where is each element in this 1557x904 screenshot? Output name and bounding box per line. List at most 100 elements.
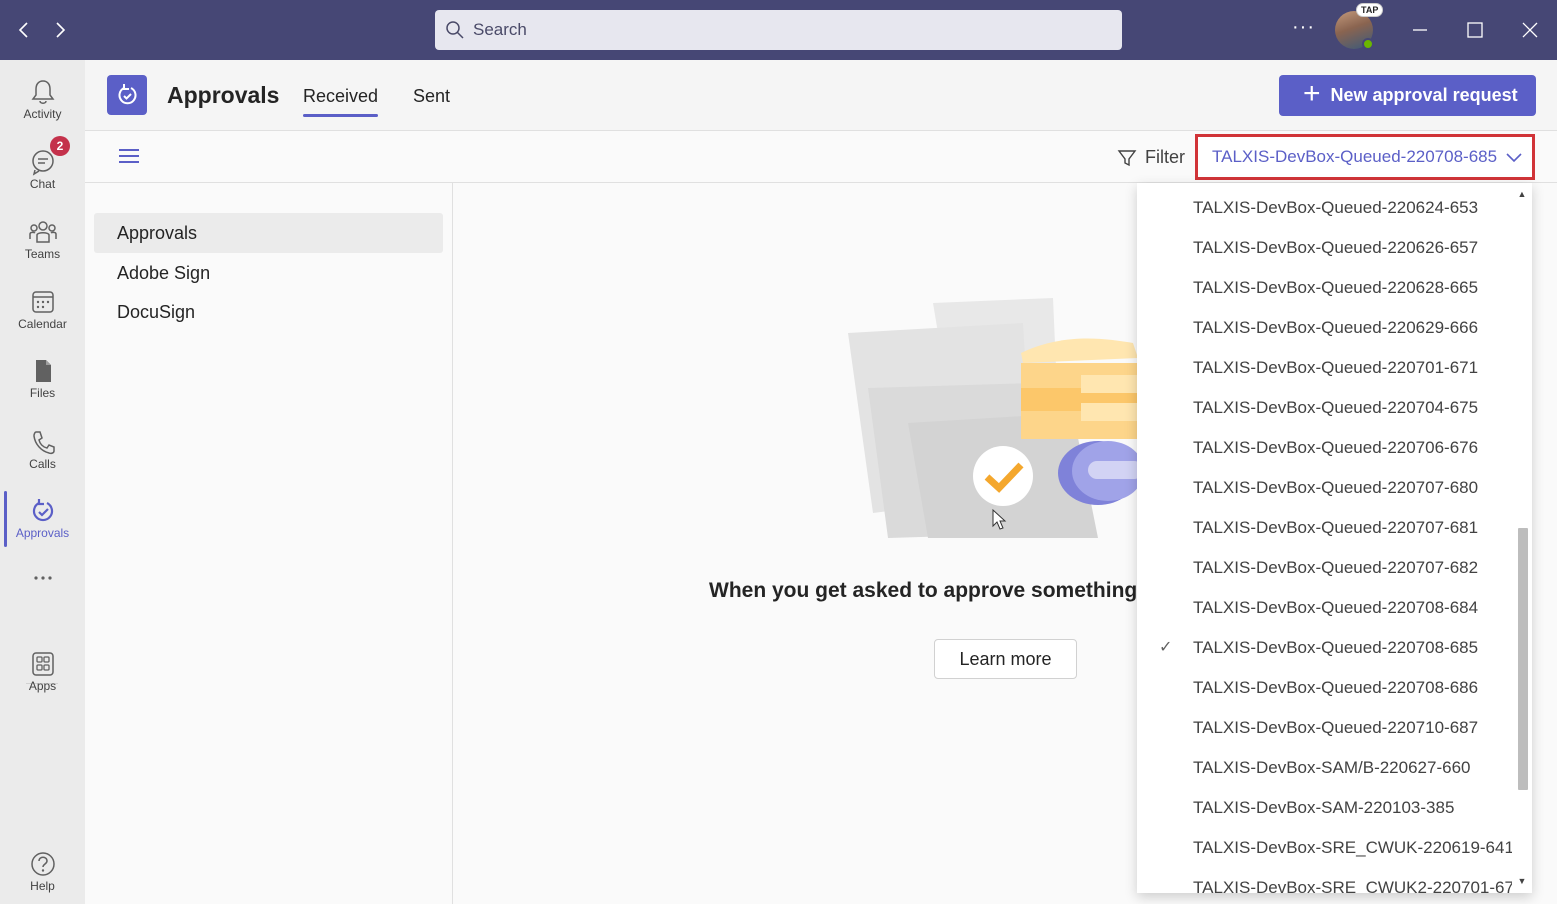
rail-label-approvals: Approvals [15,526,70,540]
approvals-app-icon [107,75,147,115]
rail-item-approvals[interactable]: Approvals [0,485,85,551]
dropdown-option[interactable]: TALXIS-DevBox-Queued-220628-665 [1137,268,1512,308]
close-icon[interactable] [1515,15,1545,45]
sidebar-item-docusign[interactable]: DocuSign [94,292,443,332]
dropdown-option-label: TALXIS-DevBox-Queued-220708-684 [1193,598,1479,617]
sidebar-item-approvals[interactable]: Approvals [94,213,443,253]
filter-label: Filter [1145,147,1185,167]
learn-more-button[interactable]: Learn more [934,639,1077,679]
rail-label-help: Help [30,879,55,893]
rail-item-calendar[interactable]: Calendar [0,276,85,342]
rail-item-files[interactable]: Files [0,345,85,411]
dropdown-option-label: TALXIS-DevBox-Queued-220706-676 [1193,438,1479,457]
dropdown-option[interactable]: TALXIS-DevBox-SAM-220103-385 [1137,788,1512,828]
dropdown-option-label: TALXIS-DevBox-Queued-220707-680 [1193,478,1479,497]
rail-item-help[interactable]: Help [0,838,85,904]
avatar-badge: TAP [1356,3,1384,17]
environment-dropdown[interactable]: TALXIS-DevBox-Queued-220708-685 [1195,134,1535,180]
dropdown-option-label: TALXIS-DevBox-Queued-220707-681 [1193,518,1479,537]
apps-icon [31,652,54,676]
filter-button[interactable]: Filter [1117,147,1185,168]
scroll-up-icon[interactable]: ▲ [1517,189,1527,199]
avatar[interactable]: TAP [1335,3,1384,50]
scroll-down-icon[interactable]: ▼ [1517,876,1527,886]
dropdown-option[interactable]: TALXIS-DevBox-SRE_CWUK-220619-641 [1137,828,1514,868]
dropdown-option-label: TALXIS-DevBox-Queued-220624-653 [1193,198,1479,217]
dropdown-option-label: TALXIS-DevBox-SAM/B-220627-660 [1193,758,1471,777]
dropdown-option-label: TALXIS-DevBox-Queued-220707-682 [1193,558,1479,577]
dropdown-option-label: TALXIS-DevBox-Queued-220704-675 [1193,398,1479,417]
back-arrow-icon[interactable] [12,18,36,42]
dropdown-option[interactable]: TALXIS-DevBox-Queued-220707-681 [1137,508,1512,548]
file-icon [35,360,51,382]
tab-received[interactable]: Received [303,86,379,117]
dropdown-option-label: TALXIS-DevBox-SAM-220103-385 [1193,798,1455,817]
dropdown-option[interactable]: TALXIS-DevBox-Queued-220707-682 [1137,548,1512,588]
rail-label-calls: Calls [29,457,56,471]
dropdown-option[interactable]: TALXIS-DevBox-SRE_CWUK2-220701-672 [1137,868,1523,893]
dropdown-option-label: TALXIS-DevBox-Queued-220710-687 [1193,718,1479,737]
dropdown-option[interactable]: TALXIS-DevBox-SAM/B-220627-660 [1137,748,1512,788]
dropdown-option[interactable]: TALXIS-DevBox-Queued-220708-686 [1137,668,1512,708]
filter-icon [1117,149,1137,166]
plus-icon: + [1303,77,1321,110]
rail-item-more[interactable] [0,560,85,600]
dropdown-option[interactable]: TALXIS-DevBox-Queued-220701-671 [1137,348,1512,388]
dropdown-option-label: TALXIS-DevBox-Queued-220628-665 [1193,278,1479,297]
dropdown-option[interactable]: TALXIS-DevBox-Queued-220629-666 [1137,308,1512,348]
dropdown-option-label: TALXIS-DevBox-Queued-220708-686 [1193,678,1479,697]
environment-dropdown-list: TALXIS-DevBox-Queued-220624-653 TALXIS-De… [1137,183,1532,893]
dropdown-option[interactable]: ✓ TALXIS-DevBox-Queued-220708-685 [1137,628,1512,668]
empty-state-message: When you get asked to approve something, [709,579,1144,602]
new-approval-request-button[interactable]: + New approval request [1279,75,1536,116]
rail-label-activity: Activity [23,107,62,121]
dropdown-option[interactable]: TALXIS-DevBox-Queued-220624-653 [1137,188,1512,228]
approvals-sidebar: Approvals Adobe Sign DocuSign [85,183,453,904]
help-icon [30,852,55,876]
rail-label-files: Files [29,386,56,400]
app-header: Approvals Received Sent + New approval r… [85,60,1557,131]
calendar-icon [31,291,54,313]
sidebar-item-adobe-sign[interactable]: Adobe Sign [94,253,443,293]
dropdown-option-label: TALXIS-DevBox-SRE_CWUK2-220701-672 [1193,878,1524,893]
rail-label-chat: Chat [29,177,56,191]
dropdown-option-label: TALXIS-DevBox-Queued-220701-671 [1193,358,1479,377]
dropdown-option-label: TALXIS-DevBox-Queued-220708-685 [1193,638,1479,657]
presence-icon [1362,38,1374,50]
search-input[interactable]: Search [435,10,1122,50]
rail-item-chat[interactable]: Chat [0,136,85,202]
approvals-icon [32,499,53,522]
dropdown-option[interactable]: TALXIS-DevBox-Queued-220626-657 [1137,228,1512,268]
chevron-down-icon [1506,153,1522,163]
dropdown-option-label: TALXIS-DevBox-Queued-220629-666 [1193,318,1479,337]
rail-item-apps[interactable]: Apps [0,638,85,704]
dropdown-option-label: TALXIS-DevBox-SRE_CWUK-220619-641 [1193,838,1514,857]
phone-icon [32,431,55,455]
page-title: Approvals [167,82,280,108]
dropdown-option[interactable]: TALXIS-DevBox-Queued-220706-676 [1137,428,1512,468]
dropdown-option[interactable]: TALXIS-DevBox-Queued-220710-687 [1137,708,1512,748]
rail-label-teams: Teams [24,247,61,261]
rail-item-calls[interactable]: Calls [0,416,85,482]
scrollbar-thumb[interactable] [1518,528,1528,790]
dropdown-option[interactable]: TALXIS-DevBox-Queued-220708-684 [1137,588,1512,628]
search-icon [446,21,464,39]
dropdown-scrollbar[interactable]: ▲ ▼ [1512,183,1532,893]
new-approval-request-label: New approval request [1330,85,1518,105]
toolbar: Filter TALXIS-DevBox-Queued-220708-685 [85,131,1557,183]
checkmark-icon: ✓ [1159,639,1173,656]
minimize-icon[interactable] [1405,15,1435,45]
hamburger-menu-icon[interactable] [119,149,139,165]
chat-unread-badge: 2 [50,136,70,156]
more-options-icon[interactable]: ··· [1292,16,1315,39]
dropdown-option[interactable]: TALXIS-DevBox-Queued-220704-675 [1137,388,1512,428]
forward-arrow-icon[interactable] [48,18,72,42]
environment-selected-value: TALXIS-DevBox-Queued-220708-685 [1212,147,1498,166]
rail-item-activity[interactable]: Activity [0,66,85,132]
title-bar: Search ··· TAP [0,0,1557,60]
maximize-icon[interactable] [1460,15,1490,45]
teams-icon [28,221,57,243]
rail-item-teams[interactable]: Teams [0,206,85,272]
tab-sent[interactable]: Sent [413,86,450,107]
dropdown-option[interactable]: TALXIS-DevBox-Queued-220707-680 [1137,468,1512,508]
